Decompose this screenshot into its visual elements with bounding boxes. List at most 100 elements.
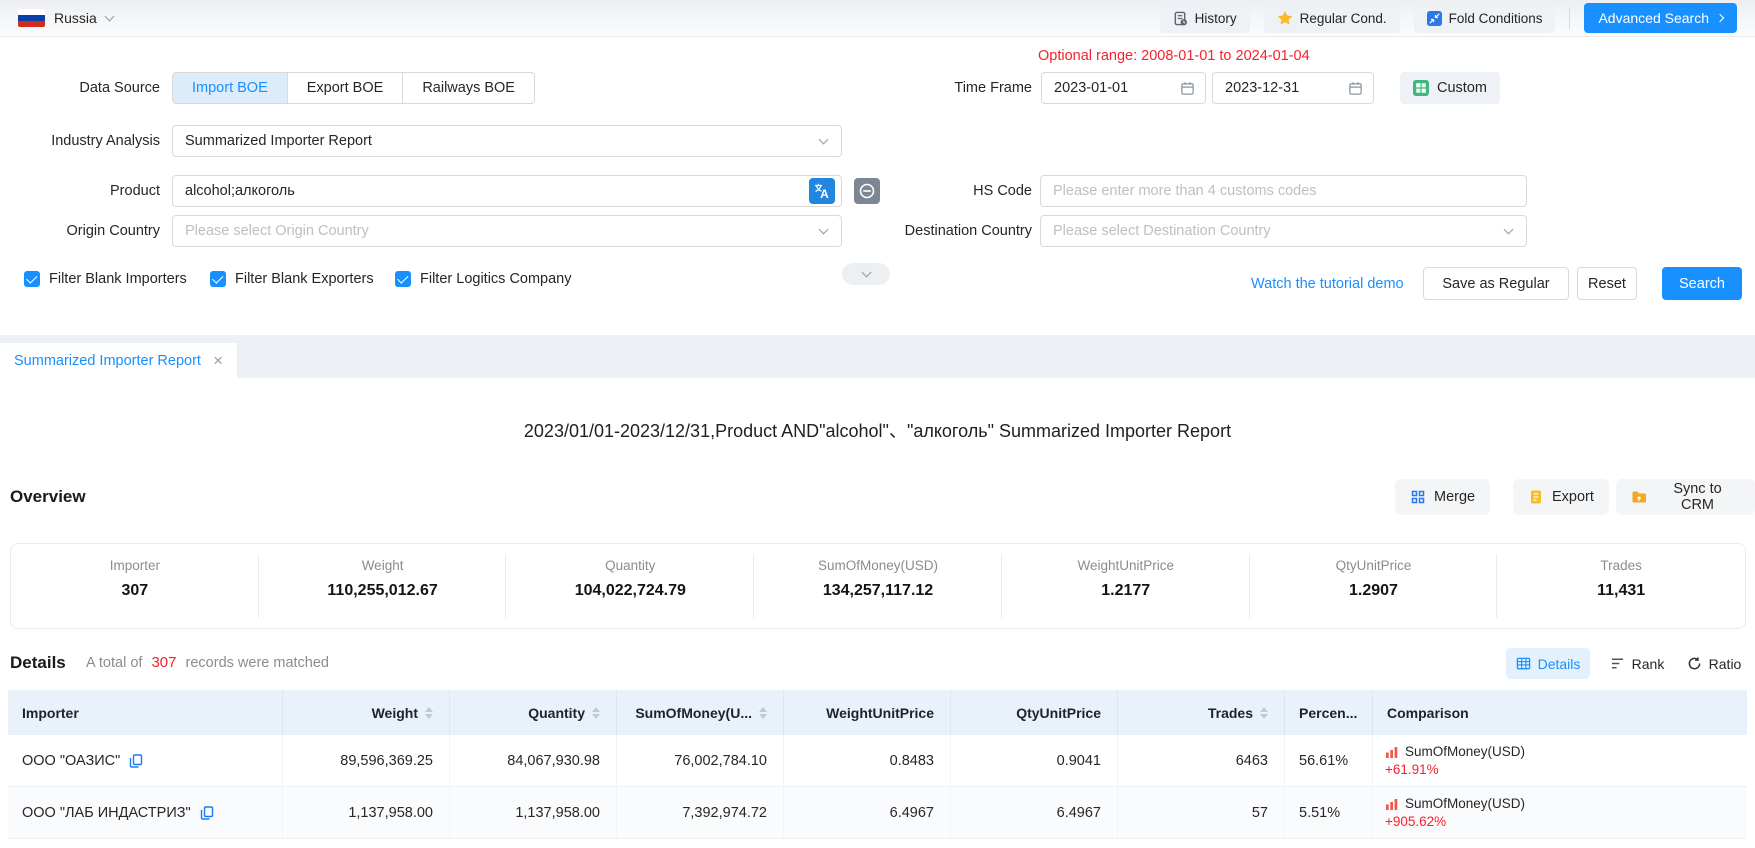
stat-label: Trades (1497, 558, 1745, 573)
fold-conditions-button[interactable]: Fold Conditions (1414, 4, 1556, 33)
view-ratio-button[interactable]: Ratio (1680, 648, 1748, 679)
weight-unit-price-cell: 0.8483 (784, 735, 951, 786)
quantity-cell: 1,137,958.00 (450, 787, 617, 838)
tutorial-link[interactable]: Watch the tutorial demo (1251, 268, 1404, 301)
column-header-quantity[interactable]: Quantity (450, 690, 617, 735)
overview-stats-card: Importer 307 Weight 110,255,012.67 Quant… (10, 543, 1746, 629)
importer-name-link[interactable]: ООО "ЛАБ ИНДАСТРИЗ" (22, 805, 191, 821)
top-bar: Russia History Regular Cond. Fold Con (0, 0, 1755, 37)
hs-code-input[interactable] (1053, 183, 1516, 199)
importer-name-link[interactable]: ООО "ОАЗИС" (22, 753, 120, 769)
reset-button[interactable]: Reset (1577, 267, 1637, 300)
sort-icon[interactable] (759, 707, 767, 719)
stat-value: 307 (11, 582, 259, 600)
sort-icon[interactable] (1260, 707, 1268, 719)
tab-bar: Summarized Importer Report × (0, 335, 1755, 378)
filter-blank-exporters-checkbox[interactable]: Filter Blank Exporters (210, 271, 374, 287)
custom-range-button[interactable]: Custom (1400, 72, 1500, 104)
table-row: ООО "ЛАБ ИНДАСТРИЗ" 1,137,958.00 1,137,9… (8, 787, 1747, 839)
origin-country-placeholder: Please select Origin Country (185, 223, 820, 239)
stat-label: Weight (259, 558, 507, 573)
column-header-qty-unit-price: QtyUnitPrice (951, 690, 1118, 735)
sync-to-crm-button[interactable]: Sync to CRM (1616, 479, 1755, 515)
filter-logitics-company-label: Filter Logitics Company (420, 271, 572, 287)
filter-blank-importers-label: Filter Blank Importers (49, 271, 187, 287)
comparison-cell: SumOfMoney(USD) +905.62% (1373, 787, 1747, 838)
chart-icon (1385, 797, 1399, 811)
product-label: Product (0, 175, 160, 207)
tab-summarized-importer-report[interactable]: Summarized Importer Report × (0, 343, 237, 378)
hs-code-field[interactable] (1040, 175, 1527, 207)
date-to-field[interactable] (1212, 72, 1374, 104)
view-rank-label: Rank (1632, 656, 1665, 672)
country-selector[interactable]: Russia (18, 9, 113, 27)
column-header-weight[interactable]: Weight (283, 690, 450, 735)
destination-country-select[interactable]: Please select Destination Country (1040, 215, 1527, 247)
product-input[interactable] (185, 183, 809, 199)
stat-sum-of-money: SumOfMoney(USD) 134,257,117.12 (754, 544, 1002, 628)
date-from-field[interactable] (1041, 72, 1206, 104)
industry-analysis-select[interactable]: Summarized Importer Report (172, 125, 842, 157)
origin-country-select[interactable]: Please select Origin Country (172, 215, 842, 247)
regular-cond-label: Regular Cond. (1300, 11, 1387, 26)
calendar-icon (1180, 81, 1195, 96)
total-prefix: A total of (86, 655, 142, 671)
history-icon (1173, 11, 1188, 26)
column-header-sum-of-money[interactable]: SumOfMoney(U... (617, 690, 784, 735)
importer-cell: ООО "ОАЗИС" (8, 735, 283, 786)
stat-trades: Trades 11,431 (1497, 544, 1745, 628)
sort-icon[interactable] (592, 707, 600, 719)
ratio-icon (1687, 656, 1702, 671)
tab-title: Summarized Importer Report (14, 353, 203, 369)
export-label: Export (1552, 489, 1594, 505)
topbar-actions: History Regular Cond. Fold Conditions Ad… (1160, 3, 1737, 33)
view-rank-button[interactable]: Rank (1602, 648, 1672, 679)
chevron-down-icon (819, 135, 829, 145)
filter-logitics-company-checkbox[interactable]: Filter Logitics Company (395, 271, 572, 287)
history-button[interactable]: History (1160, 4, 1250, 33)
details-total: A total of 307 records were matched (86, 646, 329, 680)
percent-cell: 5.51% (1285, 787, 1373, 838)
sync-crm-icon (1631, 489, 1647, 505)
sort-icon[interactable] (425, 707, 433, 719)
date-from-input[interactable] (1054, 80, 1180, 96)
comparison-metric: SumOfMoney(USD) (1405, 796, 1525, 811)
tab-railways-boe[interactable]: Railways BOE (403, 72, 535, 104)
save-as-regular-button[interactable]: Save as Regular (1423, 267, 1569, 300)
product-field[interactable]: A (172, 175, 842, 207)
sum-of-money-cell: 76,002,784.10 (617, 735, 784, 786)
tab-export-boe[interactable]: Export BOE (288, 72, 404, 104)
destination-country-placeholder: Please select Destination Country (1053, 223, 1505, 239)
export-button[interactable]: Export (1513, 479, 1609, 515)
copy-icon[interactable] (200, 806, 214, 820)
search-button[interactable]: Search (1662, 267, 1742, 300)
checkbox-checked-icon (210, 271, 226, 287)
percent-cell: 56.61% (1285, 735, 1373, 786)
close-icon[interactable]: × (213, 352, 223, 369)
stat-label: Importer (11, 558, 259, 573)
merge-button[interactable]: Merge (1395, 479, 1490, 515)
industry-analysis-label: Industry Analysis (0, 125, 160, 157)
translate-icon[interactable]: A (809, 178, 835, 204)
industry-analysis-value: Summarized Importer Report (185, 133, 820, 149)
stat-quantity: Quantity 104,022,724.79 (506, 544, 754, 628)
importer-cell: ООО "ЛАБ ИНДАСТРИЗ" (8, 787, 283, 838)
chevron-down-icon (104, 12, 114, 22)
sum-of-money-cell: 7,392,974.72 (617, 787, 784, 838)
column-header-trades[interactable]: Trades (1118, 690, 1285, 735)
report-title: 2023/01/01-2023/12/31,Product AND"alcoho… (0, 417, 1755, 443)
tab-import-boe[interactable]: Import BOE (172, 72, 288, 104)
copy-icon[interactable] (129, 754, 143, 768)
russia-flag-icon (18, 9, 45, 27)
advanced-search-button[interactable]: Advanced Search (1584, 3, 1737, 33)
checkbox-checked-icon (24, 271, 40, 287)
filter-blank-importers-checkbox[interactable]: Filter Blank Importers (24, 271, 187, 287)
calendar-icon (1348, 81, 1363, 96)
date-to-input[interactable] (1225, 80, 1348, 96)
filter-blank-exporters-label: Filter Blank Exporters (235, 271, 374, 287)
view-details-button[interactable]: Details (1506, 648, 1590, 679)
regular-cond-button[interactable]: Regular Cond. (1264, 4, 1400, 33)
stat-weight: Weight 110,255,012.67 (259, 544, 507, 628)
export-icon (1528, 489, 1544, 505)
collapse-form-toggle[interactable] (842, 263, 890, 285)
